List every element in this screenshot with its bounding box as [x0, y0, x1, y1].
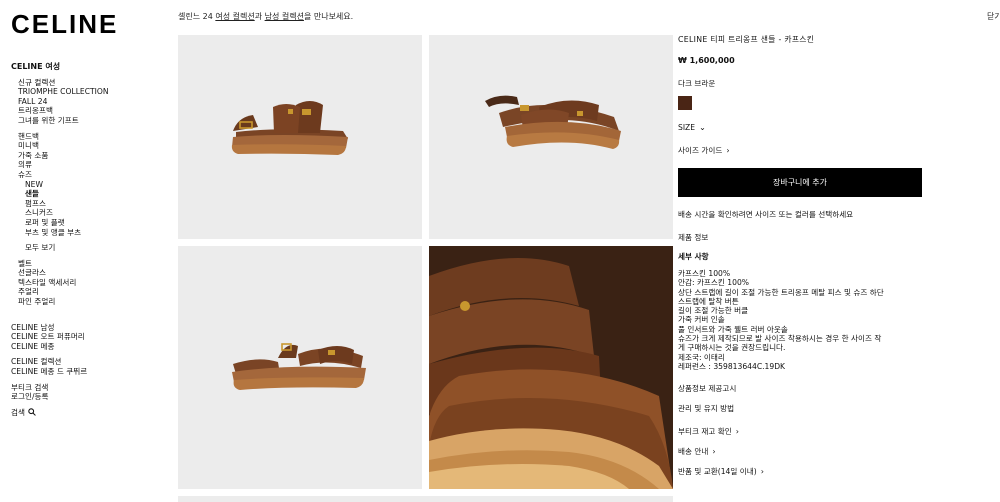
detail-line: 가죽 커버 인솔	[678, 315, 725, 325]
product-title: CELINE 티피 트리옹프 샌들 - 카프스킨	[678, 35, 815, 44]
chevron-right-icon: ›	[760, 467, 764, 477]
product-image-back[interactable]	[178, 246, 422, 489]
sidebar-item-handbags[interactable]: 핸드백	[11, 132, 161, 142]
delivery-link[interactable]: 배송 안내 ›	[678, 446, 923, 457]
promo-banner: 셀린느 24 여성 컬렉션과 남성 컬렉션을 만나보세요.	[178, 11, 353, 22]
sidebar-item-couture[interactable]: CELINE 메종 드 쿠뛰르	[11, 367, 161, 377]
size-selector[interactable]: SIZE ⌄	[678, 123, 923, 132]
banner-text: 과	[254, 12, 265, 21]
care-label: 관리 및 유지 방법	[678, 404, 735, 414]
color-swatch-dark-brown[interactable]	[678, 96, 692, 110]
detail-line: 풀 인서트와 가죽 웰트 러버 아웃솔	[678, 324, 788, 334]
size-guide-label: 사이즈 가이드	[678, 146, 723, 155]
product-notice-label: 상품정보 제공고시	[678, 384, 737, 394]
sidebar-item-sunglasses[interactable]: 선글라스	[11, 268, 161, 278]
search-icon	[28, 408, 36, 419]
sidebar-subitem-new[interactable]: NEW	[11, 180, 161, 190]
sidebar-item-store-locator[interactable]: 부티크 검색	[11, 383, 161, 393]
sidebar-item-fine-jewelry[interactable]: 파인 주얼리	[11, 297, 161, 307]
size-label: SIZE	[678, 123, 696, 132]
returns-link[interactable]: 반품 및 교환(14일 이내) ›	[678, 466, 923, 477]
delivery-label: 배송 안내	[678, 447, 709, 457]
sidebar-item-jewelry[interactable]: 주얼리	[11, 287, 161, 297]
sidebar-item-gifts-for-her[interactable]: 그녀를 위한 기프트	[11, 116, 161, 126]
shipping-note: 배송 시간을 확인하려면 사이즈 또는 컬러를 선택하세요	[678, 210, 854, 219]
sidebar-item-haute-parfumerie[interactable]: CELINE 오트 퍼퓨머리	[11, 332, 161, 342]
detail-line: 상단 스트랩에 길이 조절 가능한 트리옹프 메탈 피스 및 슈즈 하단	[678, 287, 884, 297]
sidebar-subitem-sneakers[interactable]: 스니커즈	[11, 208, 161, 218]
store-stock-label: 부티크 재고 확인	[678, 427, 732, 437]
sidebar-item-triomphe-bag[interactable]: 트리옹프백	[11, 106, 161, 116]
sidebar-search[interactable]: 검색	[11, 408, 161, 419]
mens-collection-link[interactable]: 남성 컬렉션	[265, 12, 304, 21]
chevron-down-icon: ⌄	[699, 123, 706, 132]
details-heading: 세부 사항	[678, 252, 709, 261]
product-image-three-quarter[interactable]	[429, 35, 673, 239]
sidebar-item-belts[interactable]: 벨트	[11, 259, 161, 269]
care-link[interactable]: 관리 및 유지 방법	[678, 403, 923, 414]
banner-text: 을 만나보세요.	[303, 12, 354, 21]
details-list: 카프스킨 100% 안감: 카프스킨 100% 상단 스트랩에 길이 조절 가능…	[678, 269, 923, 371]
chevron-right-icon: ›	[726, 146, 730, 155]
sidebar-item-fall24[interactable]: FALL 24	[11, 97, 161, 107]
sidebar-nav: CELINE 여성 신규 컬렉션 TRIOMPHE COLLECTION FAL…	[11, 62, 161, 418]
close-button[interactable]: 닫기	[987, 11, 1000, 22]
sidebar-item-maison[interactable]: CELINE 메종	[11, 342, 161, 352]
sidebar-item-new-collection[interactable]: 신규 컬렉션	[11, 78, 161, 88]
sidebar-subitem-view-all[interactable]: 모두 보기	[11, 243, 161, 253]
product-details: CELINE 티피 트리옹프 샌들 - 카프스킨 ₩ 1,600,000 다크 …	[678, 34, 923, 477]
sidebar-item-login[interactable]: 로그인/등록	[11, 392, 161, 402]
product-image-bottom[interactable]	[178, 496, 673, 502]
sidebar-heading-women[interactable]: CELINE 여성	[11, 62, 161, 72]
search-label: 검색	[11, 408, 25, 418]
product-image-closeup[interactable]	[429, 246, 673, 489]
sidebar-item-triomphe-collection[interactable]: TRIOMPHE COLLECTION	[11, 87, 161, 97]
product-price: ₩ 1,600,000	[678, 56, 735, 65]
sidebar-item-shoes[interactable]: 슈즈	[11, 170, 161, 180]
sidebar-item-men[interactable]: CELINE 남성	[11, 323, 161, 333]
store-stock-link[interactable]: 부티크 재고 확인 ›	[678, 426, 923, 437]
celine-logo[interactable]: CELINE	[11, 9, 118, 40]
returns-label: 반품 및 교환(14일 이내)	[678, 467, 757, 477]
product-info-heading[interactable]: 제품 정보	[678, 232, 923, 243]
sidebar-item-celine-collection[interactable]: CELINE 컬렉션	[11, 357, 161, 367]
product-notice-link[interactable]: 상품정보 제공고시	[678, 383, 923, 394]
detail-line: 슈즈가 크게 제작되므로 발 사이즈 착용하시는 경우 한 사이즈 작	[678, 334, 882, 344]
sidebar-subitem-sandals[interactable]: 샌들	[11, 189, 161, 199]
sidebar-item-clothing[interactable]: 의류	[11, 160, 161, 170]
product-image-side[interactable]	[178, 35, 422, 239]
chevron-right-icon: ›	[712, 447, 716, 457]
detail-line: 카프스킨 100%	[678, 269, 731, 278]
sidebar-item-leather-goods[interactable]: 가죽 소품	[11, 151, 161, 161]
banner-text: 셀린느 24	[178, 12, 216, 21]
size-guide-link[interactable]: 사이즈 가이드 ›	[678, 145, 923, 156]
detail-line: 레퍼런스 : 359813644C.19DK	[678, 361, 786, 371]
add-to-cart-button[interactable]: 장바구니에 추가	[678, 168, 922, 197]
color-label: 다크 브라운	[678, 79, 716, 88]
chevron-right-icon: ›	[735, 427, 739, 437]
detail-line: 스트랩에 탈착 버튼	[678, 296, 739, 306]
womens-collection-link[interactable]: 여성 컬렉션	[215, 12, 254, 21]
sidebar-item-mini-bags[interactable]: 미니백	[11, 141, 161, 151]
detail-line: 게 구매하시는 것을 권장드립니다.	[678, 343, 786, 353]
detail-line: 안감: 카프스킨 100%	[678, 278, 750, 288]
sidebar-subitem-loafers[interactable]: 로퍼 및 플랫	[11, 218, 161, 228]
sidebar-subitem-pumps[interactable]: 펌프스	[11, 199, 161, 209]
sidebar-subitem-boots[interactable]: 부츠 및 앵클 부츠	[11, 228, 161, 238]
detail-line: 제조국: 이태리	[678, 352, 725, 362]
